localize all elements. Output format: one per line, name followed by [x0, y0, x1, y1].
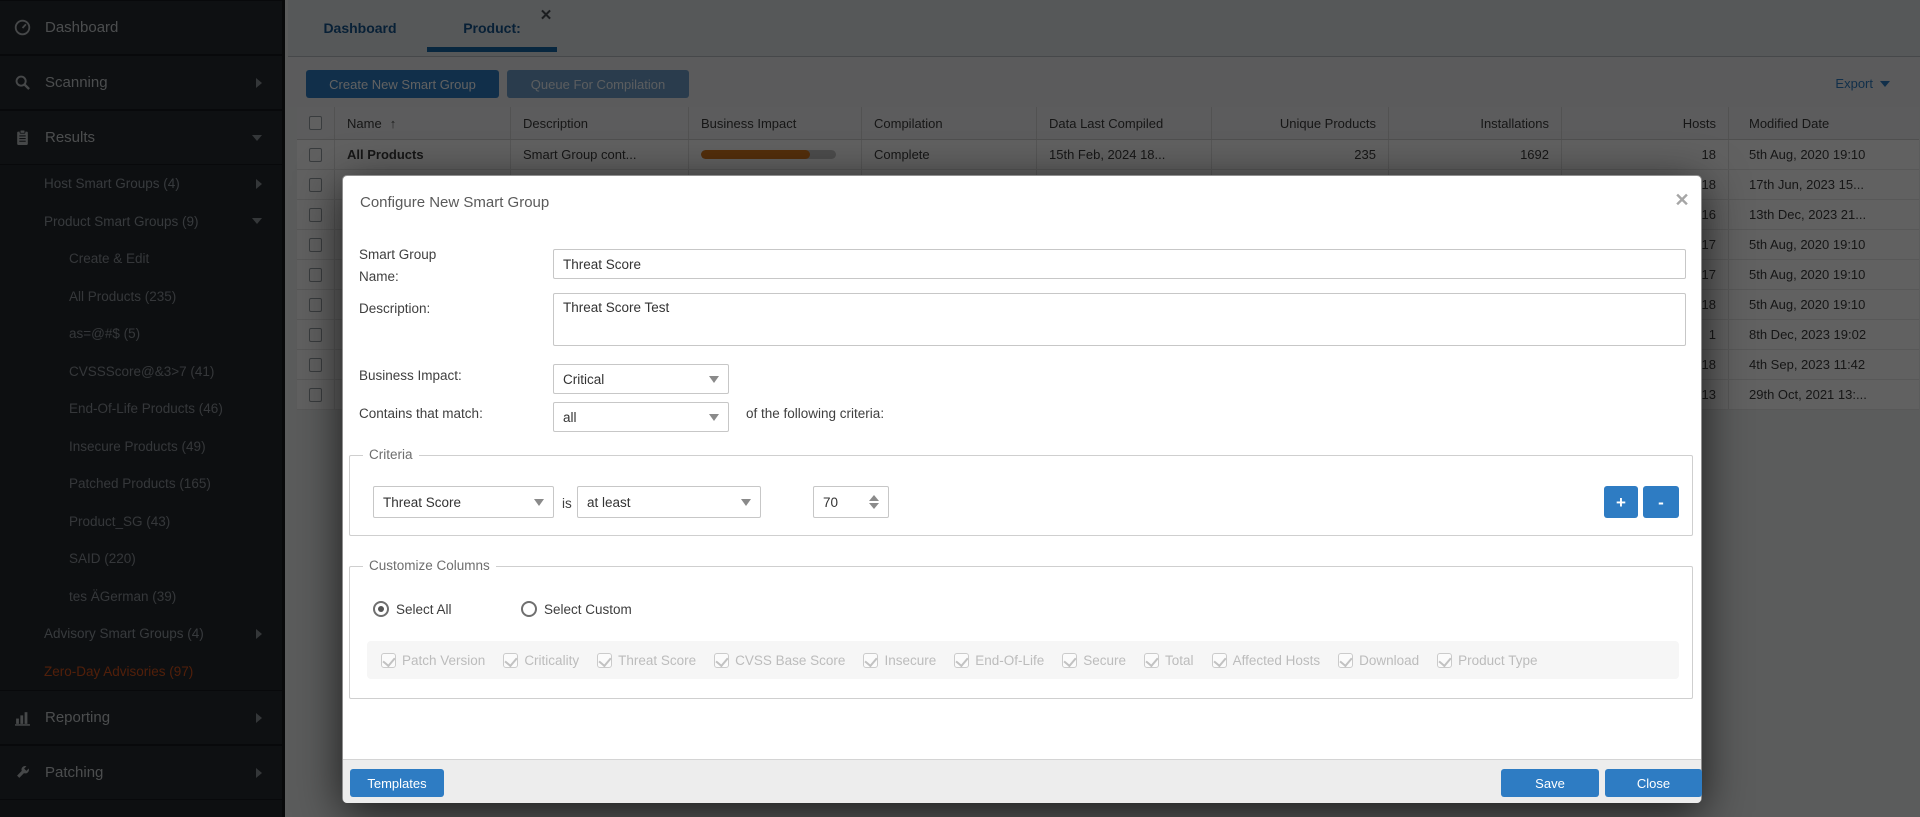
- column-option-label: CVSS Base Score: [735, 652, 846, 668]
- criteria-suffix-text: of the following criteria:: [746, 406, 885, 421]
- criteria-field-select[interactable]: Threat Score: [373, 486, 554, 518]
- remove-criteria-button[interactable]: -: [1643, 486, 1679, 518]
- checked-checkbox-icon: [954, 652, 970, 668]
- column-option-label: Patch Version: [402, 652, 486, 668]
- column-option-label: Criticality: [524, 652, 580, 668]
- contains-match-select[interactable]: all: [553, 402, 729, 432]
- checked-checkbox-icon: [1437, 652, 1453, 668]
- contains-match-value: all: [563, 409, 577, 425]
- radio-unselected-icon[interactable]: [521, 601, 537, 617]
- customize-columns-legend: Customize Columns: [363, 558, 496, 573]
- checked-checkbox-icon: [1338, 652, 1354, 668]
- dialog-title: Configure New Smart Group: [360, 194, 550, 211]
- column-option-cvss-base-score: CVSS Base Score: [714, 652, 846, 668]
- checked-checkbox-icon: [381, 652, 396, 668]
- column-option-download: Download: [1338, 652, 1420, 668]
- spinner-arrows-icon[interactable]: [869, 495, 879, 509]
- save-button[interactable]: Save: [1501, 769, 1599, 797]
- column-option-label: Product Type: [1458, 652, 1538, 668]
- criteria-threshold-spinner[interactable]: 70: [813, 486, 889, 518]
- criteria-threshold-value: 70: [823, 494, 839, 510]
- column-option-label: Secure: [1083, 652, 1127, 668]
- checked-checkbox-icon: [503, 652, 519, 668]
- column-option-total: Total: [1144, 652, 1194, 668]
- column-option-insecure: Insecure: [863, 652, 937, 668]
- column-option-label: Threat Score: [618, 652, 697, 668]
- criteria-field-value: Threat Score: [383, 494, 462, 510]
- column-checkbox-strip: Patch Version Criticality Threat Score CVSS…: [367, 641, 1679, 679]
- column-option-product-type: Product Type: [1437, 652, 1538, 668]
- business-impact-label: Business Impact:: [359, 368, 462, 383]
- criteria-operator-value: at least: [587, 494, 631, 510]
- customize-columns-fieldset: Customize Columns: [349, 558, 1693, 699]
- add-criteria-button[interactable]: +: [1604, 486, 1638, 518]
- checked-checkbox-icon: [714, 652, 730, 668]
- templates-button[interactable]: Templates: [350, 769, 444, 797]
- chevron-down-icon: [709, 375, 719, 383]
- smart-group-name-label: Smart Group Name:: [359, 247, 437, 284]
- app-window: DashboardScanningResultsHost Smart Group…: [0, 0, 1920, 817]
- column-option-label: Download: [1359, 652, 1420, 668]
- contains-that-match-label: Contains that match:: [359, 406, 483, 421]
- business-impact-value: Critical: [563, 371, 605, 387]
- description-input[interactable]: Threat Score Test: [553, 293, 1686, 346]
- select-all-label: Select All: [396, 601, 452, 617]
- column-option-patch-version: Patch Version: [381, 652, 486, 668]
- criteria-operator-select[interactable]: at least: [577, 486, 761, 518]
- description-label: Description:: [359, 301, 431, 316]
- checked-checkbox-icon: [597, 652, 613, 668]
- dialog-footer: Templates Save Close: [343, 759, 1702, 803]
- checked-checkbox-icon: [1062, 652, 1078, 668]
- radio-selected-icon[interactable]: [373, 601, 389, 617]
- close-button[interactable]: Close: [1605, 769, 1702, 797]
- column-option-label: Affected Hosts: [1232, 652, 1321, 668]
- column-option-label: End-Of-Life: [975, 652, 1045, 668]
- dialog-close-icon[interactable]: ✕: [1671, 189, 1693, 211]
- chevron-down-icon: [709, 413, 719, 421]
- column-option-threat-score: Threat Score: [597, 652, 697, 668]
- business-impact-select[interactable]: Critical: [553, 364, 729, 394]
- configure-smart-group-dialog: Configure New Smart Group ✕ Smart Group …: [342, 175, 1702, 803]
- select-custom-radio[interactable]: Select Custom: [521, 601, 632, 617]
- criteria-legend: Criteria: [363, 447, 419, 462]
- column-option-label: Total: [1165, 652, 1194, 668]
- checked-checkbox-icon: [1144, 652, 1160, 668]
- column-option-label: Insecure: [884, 652, 937, 668]
- select-all-radio[interactable]: Select All: [373, 601, 452, 617]
- checked-checkbox-icon: [1211, 652, 1227, 668]
- checked-checkbox-icon: [863, 652, 879, 668]
- select-custom-label: Select Custom: [544, 601, 632, 617]
- column-option-secure: Secure: [1062, 652, 1127, 668]
- smart-group-name-input[interactable]: [553, 249, 1686, 279]
- column-option-end-of-life: End-Of-Life: [954, 652, 1045, 668]
- chevron-down-icon: [741, 498, 751, 506]
- column-option-affected-hosts: Affected Hosts: [1211, 652, 1321, 668]
- chevron-down-icon: [534, 498, 544, 506]
- column-option-criticality: Criticality: [503, 652, 580, 668]
